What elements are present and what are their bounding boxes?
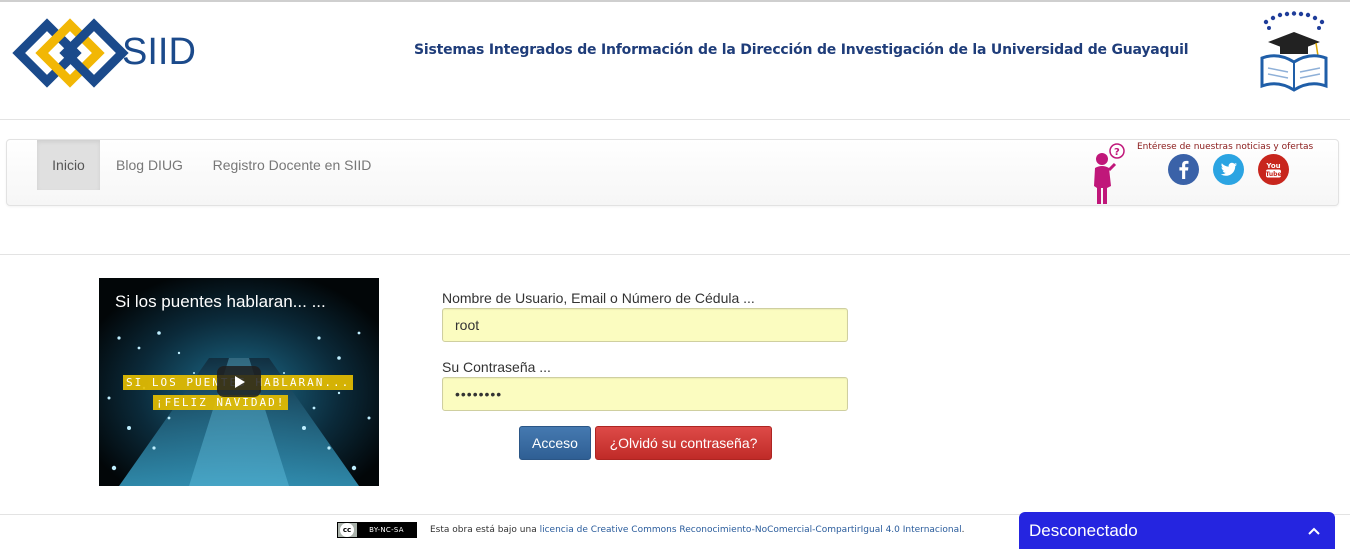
twitter-icon[interactable] [1213,154,1244,185]
chat-status: Desconectado [1029,521,1138,540]
logo-text: SIID [122,31,196,73]
social-tagline: Entérese de nuestras noticias y ofertas [1137,142,1314,152]
section-divider [0,254,1350,255]
svg-text:Tube: Tube [1265,171,1281,178]
creative-commons-badge[interactable]: cc BY-NC-SA [337,522,417,538]
username-label: Nombre de Usuario, Email o Número de Céd… [442,290,755,306]
license-link[interactable]: licencia de Creative Commons Reconocimie… [540,525,962,535]
nav-item-registro-docente[interactable]: Registro Docente en SIID [202,140,382,190]
video-embed[interactable]: Si los puentes hablaran... ... SI LOS PU… [99,278,379,486]
main-navbar: Inicio Blog DIUG Registro Docente en SII… [6,139,1339,206]
chevron-up-icon[interactable] [1307,524,1321,538]
password-input[interactable] [442,377,848,411]
username-input[interactable] [442,308,848,342]
chat-widget[interactable]: Desconectado [1019,512,1335,549]
facebook-icon[interactable] [1168,154,1199,185]
youtube-badge-text: You [1265,162,1280,170]
cc-badge-text: BY-NC-SA [357,523,416,537]
license-suffix: . [961,525,965,535]
video-caption-line-2: ¡FELIZ NAVIDAD! [153,395,289,410]
nav-item-inicio[interactable]: Inicio [37,140,100,190]
play-icon [235,375,245,388]
login-button[interactable]: Acceso [519,426,591,460]
site-header: SIID Sistemas Integrados de Información … [0,2,1350,120]
video-title: Si los puentes hablaran... ... [115,292,326,311]
forgot-password-button[interactable]: ¿Olvidó su contraseña? [595,426,772,460]
youtube-icon[interactable]: You Tube [1258,154,1289,185]
play-button[interactable] [217,366,261,397]
license-text: Esta obra está bajo una licencia de Crea… [430,525,964,535]
password-label: Su Contraseña ... [442,359,551,375]
nav-item-blog-diug[interactable]: Blog DIUG [102,140,197,190]
help-person-icon[interactable]: ? [1087,142,1127,206]
license-prefix: Esta obra está bajo una [430,525,540,535]
university-emblem-icon [1260,11,1328,92]
svg-text:?: ? [1114,147,1120,158]
site-title: Sistemas Integrados de Información de la… [414,42,1189,58]
cc-icon: cc [340,523,354,537]
